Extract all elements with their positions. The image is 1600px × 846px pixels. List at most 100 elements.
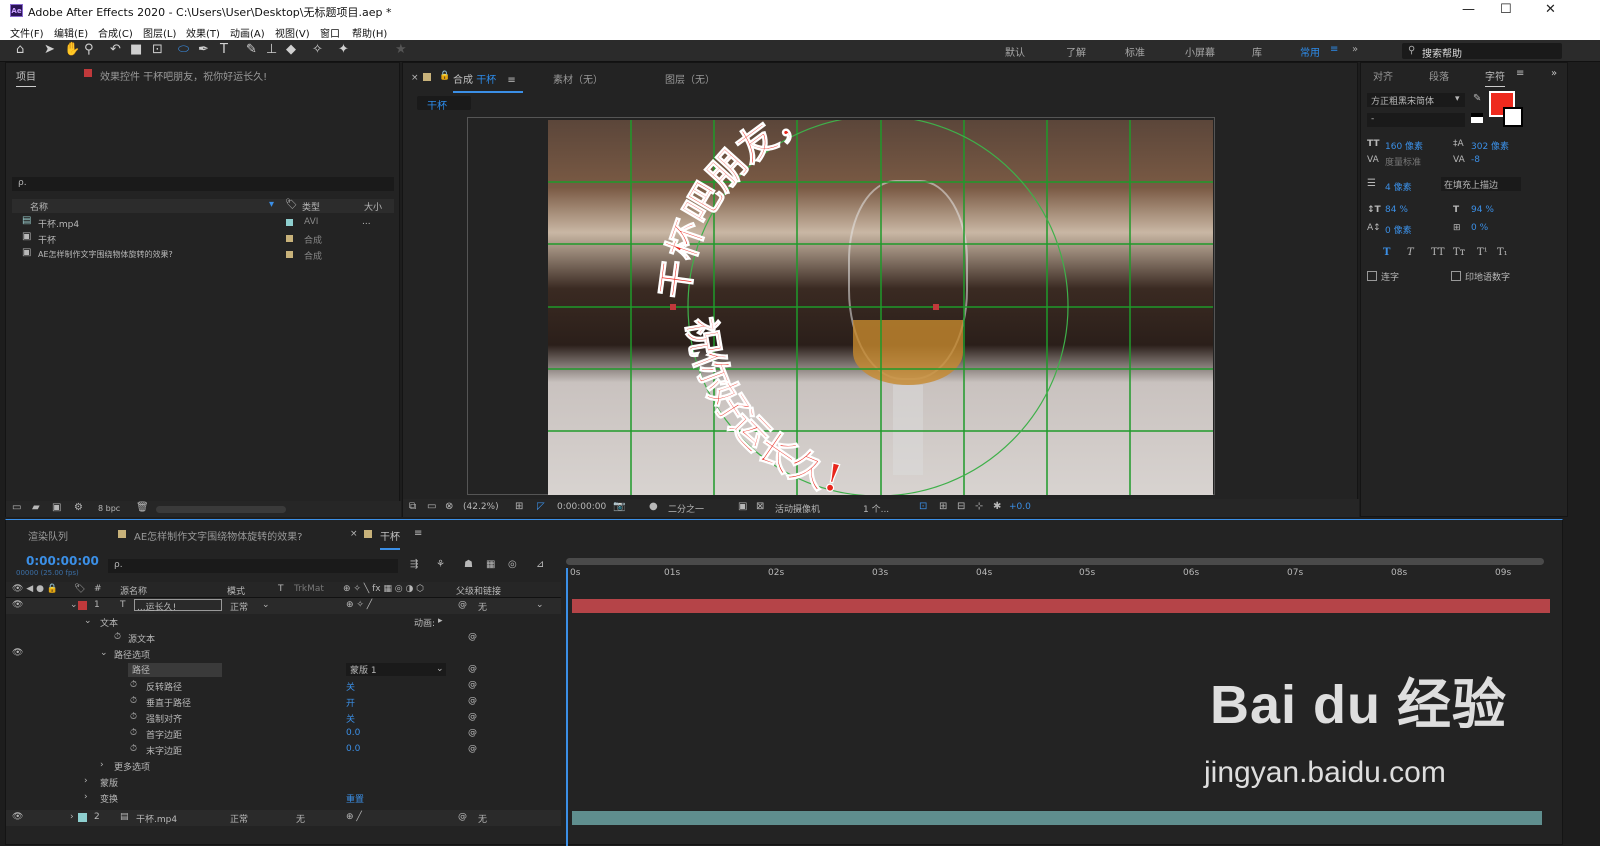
col-size[interactable]: 大小 [364, 200, 382, 213]
property-row[interactable]: › 变换 重置 [6, 790, 561, 806]
playhead[interactable] [566, 568, 568, 846]
menu-effect[interactable]: 效果(T) [186, 25, 220, 40]
expression-icon[interactable]: @ [468, 744, 477, 754]
pickwhip-icon[interactable]: @ [458, 600, 467, 610]
layer-2-bar[interactable] [572, 811, 1542, 825]
tab-footage[interactable]: 素材（无） [553, 71, 603, 86]
font-style-select[interactable]: - [1367, 113, 1465, 127]
expand-arrow-icon[interactable]: › [70, 812, 74, 822]
expand-arrow-icon[interactable]: › [84, 792, 88, 802]
font-family-select[interactable]: 方正粗黑宋简体 ▾ [1367, 93, 1465, 107]
menu-composition[interactable]: 合成(C) [98, 25, 133, 40]
reset-link[interactable]: 重置 [346, 792, 364, 805]
hindi-digits-checkbox[interactable] [1451, 271, 1461, 281]
pan-behind-tool-icon[interactable]: ⊡ [152, 42, 163, 57]
graph-editor-icon[interactable]: ⊿ [536, 559, 544, 570]
bit-depth[interactable]: 8 bpc [98, 504, 120, 513]
time-ruler[interactable]: 0s 01s 02s 03s 04s 05s 06s 07s 08s 09s [562, 556, 1550, 598]
new-composition-icon[interactable]: ▣ [52, 502, 61, 513]
close-button[interactable]: ✕ [1545, 2, 1556, 17]
source-name-header[interactable]: 源名称 [120, 584, 147, 597]
menu-file[interactable]: 文件(F) [10, 25, 44, 40]
stopwatch-icon[interactable]: ⏱ [130, 728, 137, 738]
new-folder-icon[interactable]: ▰ [32, 502, 40, 513]
draft-3d-icon[interactable]: ⚘ [436, 559, 445, 570]
stopwatch-icon[interactable]: ⏱ [130, 680, 137, 690]
current-time[interactable]: 0:00:00:00 [557, 502, 606, 512]
list-item[interactable]: ▣ AE怎样制作文字围绕物体旋转的效果? 合成 [12, 247, 394, 262]
zoom-tool-icon[interactable]: ⚲ [84, 42, 94, 57]
stopwatch-icon[interactable]: ⏱ [130, 696, 137, 706]
maximize-button[interactable]: ☐ [1500, 2, 1512, 17]
camera-tool-icon[interactable]: ■ [130, 42, 142, 57]
eyedropper-icon[interactable]: ✎ [1473, 93, 1481, 104]
workspace-small-screen[interactable]: 小屏幕 [1185, 44, 1215, 59]
menu-window[interactable]: 窗口 [320, 25, 340, 40]
workspace-libraries[interactable]: 库 [1252, 44, 1262, 59]
exposure-reset-icon[interactable]: ✱ [993, 501, 1001, 512]
tab-layer[interactable]: 图层（无） [665, 71, 715, 86]
mask-visibility-icon[interactable]: ◸ [537, 501, 545, 512]
layer-label-color[interactable] [78, 601, 87, 610]
tracking-value[interactable]: -8 [1471, 155, 1480, 165]
list-item[interactable]: ▤ 干杯.mp4 AVI ... [12, 215, 394, 230]
search-help-input[interactable]: 搜索帮助 [1422, 45, 1462, 60]
stopwatch-icon[interactable]: ⏱ [130, 712, 137, 722]
tab-character[interactable]: 字符 [1485, 68, 1505, 87]
tab-comp-ae[interactable]: AE怎样制作文字围绕物体旋转的效果? [134, 528, 302, 543]
tab-render-queue[interactable]: 渲染队列 [28, 528, 68, 543]
tab-comp-ganbei[interactable]: 干杯 [380, 528, 400, 550]
all-caps-button[interactable]: TT [1431, 247, 1445, 258]
selection-tool-icon[interactable]: ➤ [44, 42, 55, 57]
superscript-button[interactable]: T¹ [1477, 247, 1488, 258]
clone-stamp-tool-icon[interactable]: ⊥ [266, 42, 277, 57]
col-type[interactable]: 类型 [302, 200, 320, 213]
tab-align[interactable]: 对齐 [1373, 68, 1393, 83]
workspace-overflow-icon[interactable]: » [1352, 44, 1358, 55]
layer-switches[interactable]: ⊕ ✧ ╱ [346, 600, 372, 610]
menu-layer[interactable]: 图层(L) [143, 25, 176, 40]
property-row[interactable]: ⌄ 文本 动画: ▸ [6, 614, 561, 630]
table-row[interactable]: 👁 › 2 ▤ 干杯.mp4 正常 无 ⊕ ╱ @ 无 [6, 810, 561, 826]
panel-menu-icon[interactable]: ≡ [414, 528, 422, 539]
work-area-bar[interactable] [566, 558, 1544, 565]
font-size-value[interactable]: 160 像素 [1385, 139, 1423, 152]
camera-select[interactable]: 活动摄像机 [775, 502, 820, 515]
menu-help[interactable]: 帮助(H) [352, 25, 387, 40]
puppet-tool-icon[interactable]: ✦ [338, 42, 349, 57]
composition-mini-flowchart-icon[interactable]: ⇶ [410, 559, 418, 570]
workspace-common[interactable]: 常用 [1300, 44, 1320, 59]
workspace-learn[interactable]: 了解 [1066, 44, 1086, 59]
search-help-box[interactable]: ⚲ 搜索帮助 [1402, 43, 1562, 60]
trkmat-header[interactable]: TrkMat [294, 584, 324, 594]
panel-overflow-icon[interactable]: » [1551, 68, 1557, 79]
property-row[interactable]: ⏱ 末字边距 0.0 @ [6, 742, 561, 758]
expression-icon[interactable]: @ [468, 728, 477, 738]
menu-view[interactable]: 视图(V) [275, 25, 310, 40]
layer-label-color[interactable] [78, 813, 87, 822]
stroke-mode-select[interactable]: 在填充上描边 [1441, 177, 1521, 191]
kerning-value[interactable]: 度量标准 [1385, 155, 1421, 168]
panel-menu-icon[interactable]: ≡ [1516, 68, 1524, 79]
stroke-width-value[interactable]: 4 像素 [1385, 180, 1412, 193]
menu-animation[interactable]: 动画(A) [230, 25, 265, 40]
trkmat-select[interactable]: 无 [296, 812, 305, 825]
animate-menu-icon[interactable]: ▸ [438, 616, 443, 626]
layer-1-bar[interactable] [572, 599, 1550, 613]
tab-effect-controls[interactable]: 效果控件 干杯吧朋友，祝你好运长久! [100, 68, 267, 83]
faux-italic-button[interactable]: T [1407, 247, 1414, 258]
property-row[interactable]: ⏱ 垂直于路径 开 @ [6, 694, 561, 710]
workspace-default[interactable]: 默认 [1005, 44, 1025, 59]
frame-blending-icon[interactable]: ▦ [486, 559, 495, 570]
stroke-color-swatch[interactable] [1503, 107, 1523, 127]
blend-mode-select[interactable]: 正常 [230, 812, 248, 825]
transparency-grid-icon[interactable]: ⊠ [756, 501, 764, 512]
tab-paragraph[interactable]: 段落 [1429, 68, 1449, 83]
grid-toggle-icon[interactable]: ⊡ [919, 501, 927, 512]
type-tool-icon[interactable]: T [220, 42, 228, 57]
tsume-value[interactable]: 0 % [1471, 223, 1488, 233]
region-of-interest-icon[interactable]: ▣ [738, 501, 747, 512]
baseline-shift-value[interactable]: 0 像素 [1385, 223, 1412, 236]
color-channel-icon[interactable]: ● [649, 501, 658, 512]
trash-icon[interactable]: 🗑 [136, 502, 149, 513]
